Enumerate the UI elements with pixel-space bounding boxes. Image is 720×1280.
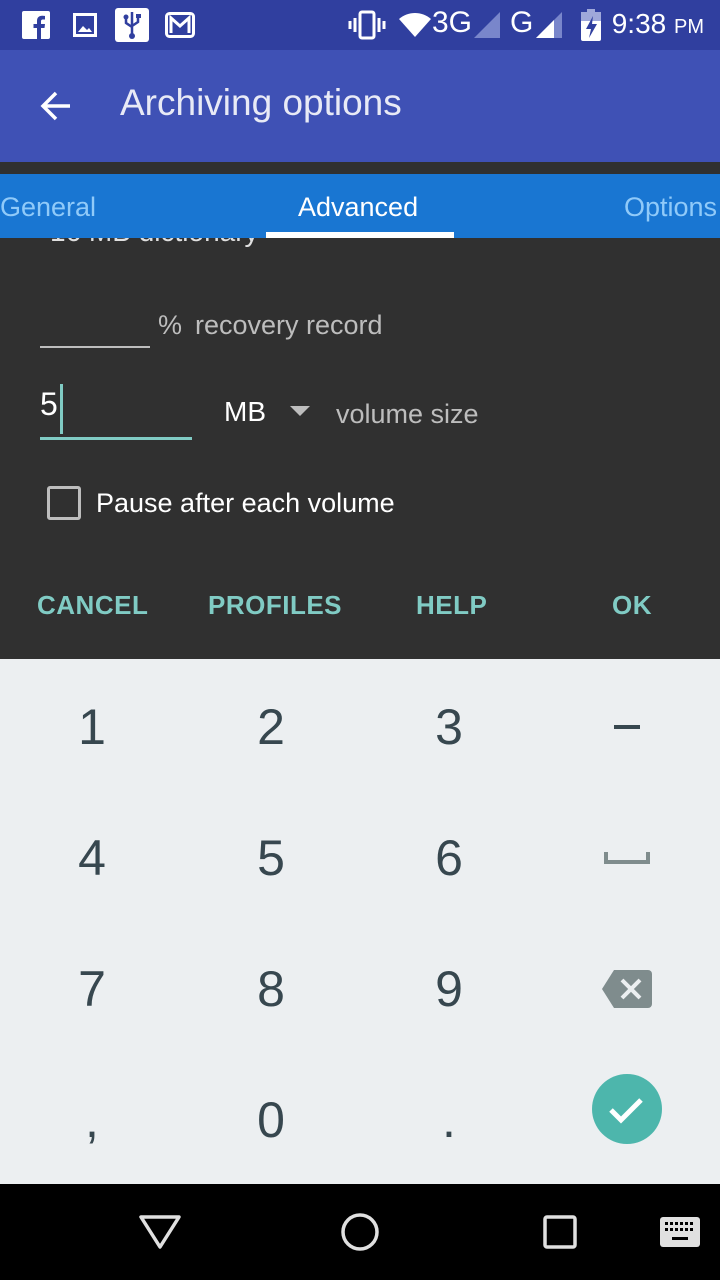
status-clock: 9:38 PM xyxy=(612,8,704,40)
key-done[interactable] xyxy=(537,1043,717,1174)
volume-unit-dropdown[interactable]: MB xyxy=(216,386,316,436)
nav-home-button[interactable] xyxy=(330,1206,390,1258)
signal-g-icon xyxy=(534,10,564,40)
network-3g-label: 3G xyxy=(432,6,473,39)
recovery-record-input[interactable] xyxy=(40,298,150,348)
key-8[interactable]: 8 xyxy=(181,923,361,1054)
recents-square-icon xyxy=(543,1215,577,1249)
tab-advanced[interactable]: Advanced xyxy=(298,192,418,223)
back-triangle-icon xyxy=(139,1215,181,1249)
home-circle-icon xyxy=(341,1213,379,1251)
ok-button[interactable]: OK xyxy=(612,590,652,621)
wifi-icon xyxy=(398,10,432,40)
key-1[interactable]: 1 xyxy=(2,661,182,792)
dialog-content: 16 MB dictionary % recovery record 5 MB … xyxy=(0,238,720,659)
signal-3g-icon xyxy=(472,10,502,40)
key-6[interactable]: 6 xyxy=(359,792,539,923)
done-check-icon xyxy=(592,1073,662,1144)
key-period[interactable]: . xyxy=(359,1054,539,1185)
volume-size-value: 5 xyxy=(40,386,58,422)
clock-time: 9:38 xyxy=(611,8,667,39)
key-3[interactable]: 3 xyxy=(359,661,539,792)
dictionary-size-label: 16 MB dictionary xyxy=(50,238,259,248)
page-title: Archiving options xyxy=(120,82,402,123)
dropdown-arrow-icon xyxy=(290,406,310,416)
gmail-icon xyxy=(165,10,195,40)
key-2[interactable]: 2 xyxy=(181,661,361,792)
vibrate-icon xyxy=(348,10,386,40)
key-4[interactable]: 4 xyxy=(2,792,182,923)
key-7[interactable]: 7 xyxy=(2,923,182,1054)
status-bar: 3G G 9:38 PM xyxy=(0,0,720,50)
space-icon xyxy=(604,851,650,864)
app-bar: Archiving options xyxy=(0,50,720,162)
network-g-label: G xyxy=(510,6,534,39)
key-5[interactable]: 5 xyxy=(181,792,361,923)
numeric-keyboard: 1 2 3 4 5 6 7 8 9 , 0 . xyxy=(0,659,720,1184)
volume-size-underline xyxy=(40,437,192,440)
key-minus[interactable] xyxy=(537,661,717,792)
backspace-icon xyxy=(602,969,652,1008)
keyboard-icon xyxy=(660,1217,700,1247)
arrow-back-icon[interactable] xyxy=(36,86,76,126)
navigation-bar xyxy=(0,1184,720,1280)
battery-charging-icon xyxy=(580,9,602,41)
tab-general[interactable]: General xyxy=(0,192,96,223)
tab-options[interactable]: Options xyxy=(624,192,717,223)
volume-unit-value: MB xyxy=(224,396,266,427)
dialog-top-gap xyxy=(0,162,720,174)
key-space[interactable] xyxy=(537,792,717,923)
recovery-record-unit: % xyxy=(158,310,183,340)
profiles-button[interactable]: PROFILES xyxy=(208,590,342,621)
nav-back-button[interactable] xyxy=(130,1206,190,1258)
volume-size-label: volume size xyxy=(336,399,479,429)
facebook-icon xyxy=(22,10,50,40)
pause-after-volume-checkbox[interactable] xyxy=(47,486,81,520)
key-comma[interactable]: , xyxy=(2,1054,182,1185)
key-9[interactable]: 9 xyxy=(359,923,539,1054)
nav-keyboard-button[interactable] xyxy=(650,1206,710,1258)
text-caret xyxy=(60,384,63,434)
cancel-button[interactable]: CANCEL xyxy=(37,590,148,621)
key-0[interactable]: 0 xyxy=(181,1054,361,1185)
gallery-icon xyxy=(72,10,98,40)
help-button[interactable]: HELP xyxy=(416,590,487,621)
tab-bar: General Advanced Options xyxy=(0,174,720,238)
minus-icon xyxy=(614,724,640,729)
nav-recents-button[interactable] xyxy=(530,1206,590,1258)
clock-ampm: PM xyxy=(674,16,704,38)
recovery-record-underline xyxy=(40,346,150,348)
usb-icon xyxy=(115,8,149,42)
pause-after-volume-label[interactable]: Pause after each volume xyxy=(96,488,395,519)
key-backspace[interactable] xyxy=(537,923,717,1054)
recovery-record-label: recovery record xyxy=(195,310,383,340)
